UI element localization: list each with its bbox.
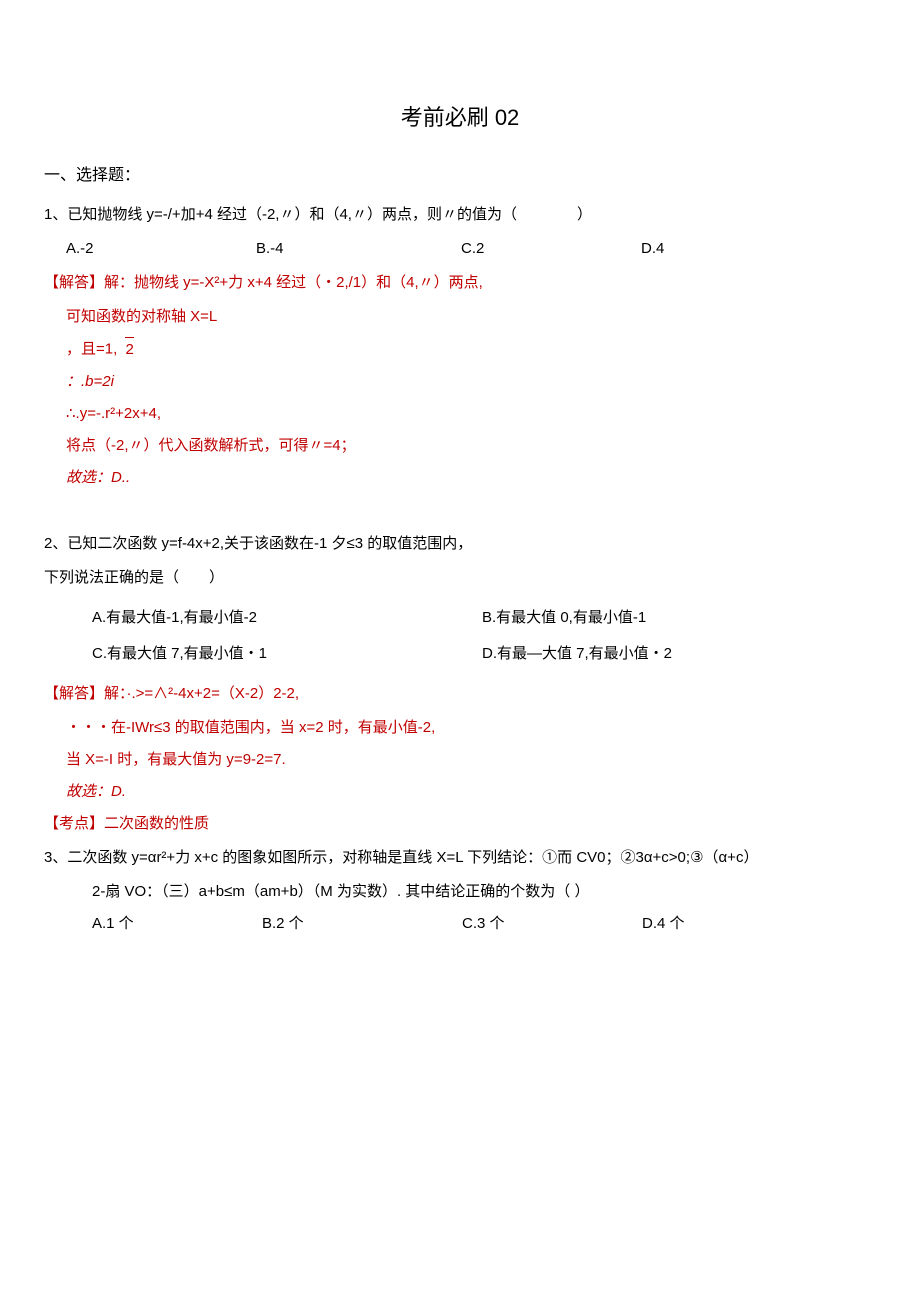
- q3-options: A.1 个 B.2 个 C.3 个 D.4 个: [92, 912, 876, 936]
- q3-option-c: C.3 个: [462, 912, 642, 936]
- q1-solution-line6: 将点（-2,〃）代入函数解析式，可得〃=4；: [66, 434, 876, 458]
- q1-solution-fraction: ，且=1, 2: [66, 337, 876, 362]
- q1-solution-line7: 故选：D..: [66, 466, 876, 490]
- q2-option-d: D.有最—大值 7,有最小值・2: [482, 642, 832, 666]
- q1-frac-bot: 2: [125, 337, 133, 362]
- q2-solution-line4: 故选：D.: [66, 780, 876, 804]
- q1-solution-line4: ：.b=2i: [66, 370, 876, 394]
- q1-option-c: C.2: [461, 237, 641, 261]
- section-1-heading: 一、选择题：: [44, 163, 876, 189]
- q3-option-a: A.1 个: [92, 912, 262, 936]
- page-title: 考前必刷 02: [44, 100, 876, 135]
- q2-option-b: B.有最大值 0,有最小值-1: [482, 606, 832, 630]
- q3-lines: 2-扇 VO：（三）a+b≤m（am+b）（M 为实数）. 其中结论正确的个数为…: [44, 880, 876, 904]
- q1-solution-line1: 【解答】解：抛物线 y=-X²+力 x+4 经过（・2,/1）和（4,〃）两点,: [44, 271, 876, 295]
- q1-option-d: D.4: [641, 237, 761, 261]
- q1-option-b: B.-4: [256, 237, 461, 261]
- q1-option-a: A.-2: [66, 237, 256, 261]
- spacer: [44, 498, 876, 526]
- q2-solution-line3: 当 X=-I 时，有最大值为 y=9-2=7.: [66, 748, 876, 772]
- fraction-icon: 2: [125, 337, 133, 362]
- q1-stem: 1、已知抛物线 y=-/+加+4 经过（-2,〃）和（4,〃）两点，则〃的值为（…: [44, 203, 876, 227]
- q3-stem: 3、二次函数 y=αr²+力 x+c 的图象如图所示，对称轴是直线 X=L 下列…: [44, 846, 876, 870]
- q2-options: A.有最大值-1,有最小值-2 B.有最大值 0,有最小值-1 C.有最大值 7…: [92, 600, 872, 672]
- q1-options: A.-2 B.-4 C.2 D.4: [66, 237, 876, 261]
- q2-option-c: C.有最大值 7,有最小值・1: [92, 642, 442, 666]
- q1-solution-line5: ∴.y=-.r²+2x+4,: [66, 402, 876, 426]
- q3-line2: 2-扇 VO：（三）a+b≤m（am+b）（M 为实数）. 其中结论正确的个数为…: [92, 880, 876, 904]
- q2-point: 【考点】二次函数的性质: [44, 812, 876, 836]
- q2-option-a: A.有最大值-1,有最小值-2: [92, 606, 442, 630]
- q3-option-d: D.4 个: [642, 912, 762, 936]
- q2-solution-line1: 【解答】解：·.>=∧²-4x+2=（X-2）2-2,: [44, 682, 876, 706]
- document-page: 考前必刷 02 一、选择题： 1、已知抛物线 y=-/+加+4 经过（-2,〃）…: [0, 0, 920, 986]
- q3-option-b: B.2 个: [262, 912, 462, 936]
- q1-solution-line2: 可知函数的对称轴 X=L: [66, 305, 876, 329]
- q1-frac-top: ，且=1,: [66, 340, 117, 357]
- q2-stem-b: 下列说法正确的是（ ）: [44, 566, 876, 590]
- q2-solution-line2: ・・・在-IWr≤3 的取值范围内，当 x=2 时，有最小值-2,: [66, 716, 876, 740]
- q2-stem-a: 2、已知二次函数 y=f-4x+2,关于该函数在-1 夕≤3 的取值范围内，: [44, 532, 876, 556]
